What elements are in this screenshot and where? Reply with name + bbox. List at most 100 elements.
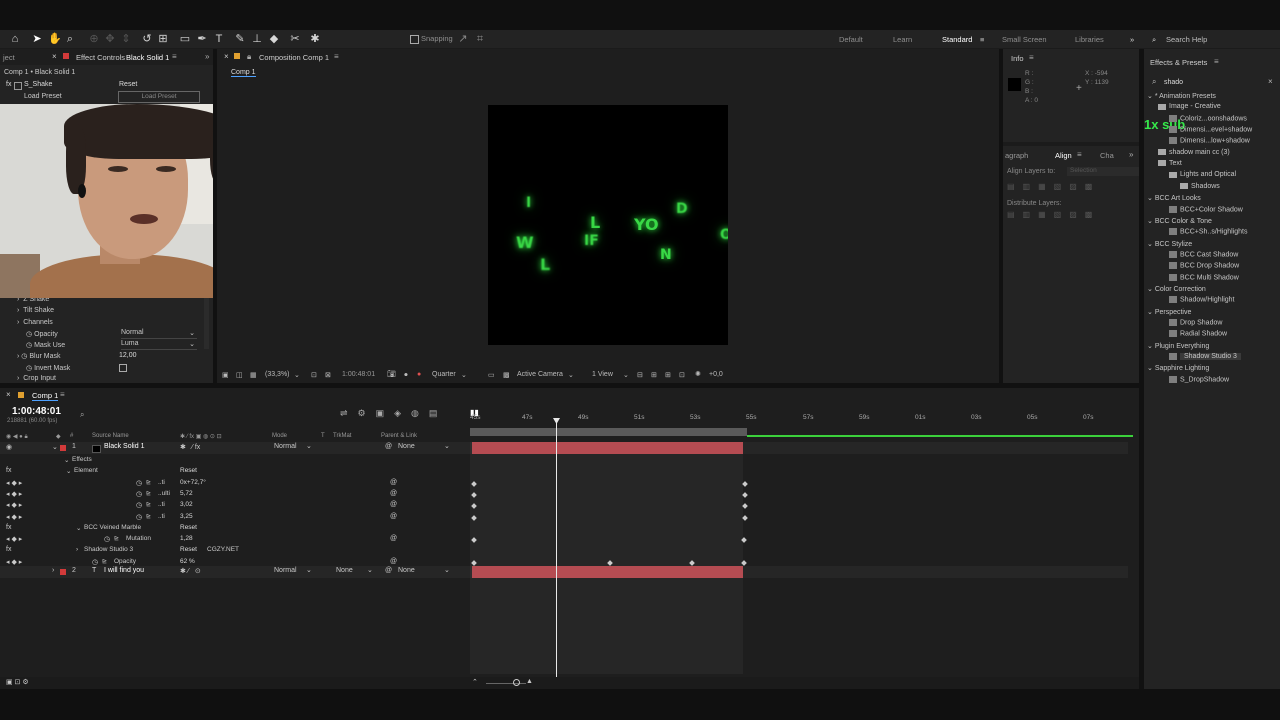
mask-use-dropdown[interactable]: Luma ⌄ bbox=[121, 340, 197, 350]
clone-stamp-tool-icon[interactable]: ⊥ bbox=[251, 33, 263, 45]
effects-tree-item[interactable]: BCC+Color Shadow bbox=[1169, 205, 1243, 213]
rectangle-tool-icon[interactable]: ▭ bbox=[179, 33, 191, 45]
dolly-tool-icon[interactable]: ⇕ bbox=[120, 33, 132, 45]
chevron-down-icon[interactable]: ⌄ bbox=[306, 442, 312, 450]
views-dropdown[interactable]: 1 View bbox=[592, 371, 613, 378]
stopwatch-icon[interactable]: ◷ bbox=[92, 558, 98, 566]
property-row[interactable]: ◂ ◆ ▸ ◷ ⊵ @ ..ti 3,25 bbox=[0, 513, 466, 524]
source-name-header[interactable]: Source Name bbox=[92, 433, 129, 439]
graph-icon[interactable]: ⊵ bbox=[146, 501, 151, 508]
effects-tree-item[interactable]: ⌄ Plugin Everything bbox=[1147, 342, 1209, 350]
clear-search-icon[interactable]: × bbox=[1268, 77, 1273, 86]
pickwhip-icon[interactable]: @ bbox=[385, 567, 392, 574]
region-icon[interactable]: ⊠ bbox=[325, 371, 331, 379]
property-value[interactable]: 1,28 bbox=[180, 535, 193, 542]
timeline-timecode[interactable]: 1:00:48:01 bbox=[12, 406, 61, 417]
fx-icon[interactable]: fx bbox=[6, 467, 11, 474]
pickwhip-icon[interactable]: @ bbox=[390, 513, 397, 520]
expand-icon[interactable]: › bbox=[52, 567, 54, 574]
always-preview-icon[interactable]: ▣ bbox=[222, 371, 229, 379]
graph-icon[interactable]: ⊵ bbox=[146, 479, 151, 486]
panel-divider[interactable] bbox=[0, 383, 1139, 388]
property-row[interactable]: ◂ ◆ ▸ ◷ ⊵ @ Mutation 1,28 bbox=[0, 535, 466, 546]
timeline-icon[interactable]: ⊞ bbox=[665, 371, 671, 379]
keyframe-navigator-icon[interactable]: ◂ ◆ ▸ bbox=[6, 490, 22, 498]
pan-tool-icon[interactable]: ✥ bbox=[104, 33, 116, 45]
effects-tree-item[interactable]: S_DropShadow bbox=[1169, 375, 1229, 383]
close-icon[interactable]: × bbox=[224, 52, 229, 61]
composition-canvas[interactable]: I L D W IF YO L N O bbox=[488, 105, 728, 345]
keyframe-navigator-icon[interactable]: ◂ ◆ ▸ bbox=[6, 513, 22, 521]
panel-overflow-icon[interactable]: » bbox=[205, 52, 209, 61]
brush-tool-icon[interactable]: ✎ bbox=[234, 33, 246, 45]
panel-menu-icon[interactable]: ≡ bbox=[1029, 53, 1034, 62]
orbit-tool-icon[interactable]: ⊕ bbox=[88, 33, 100, 45]
effects-tree-item[interactable]: Dimensi...evel+shadow bbox=[1169, 126, 1252, 133]
hand-tool-icon[interactable]: ✋ bbox=[48, 33, 62, 45]
graph-icon[interactable]: ⊵ bbox=[114, 535, 119, 542]
panel-divider[interactable] bbox=[1139, 49, 1144, 689]
pickwhip-icon[interactable]: @ bbox=[390, 535, 397, 542]
zoom-slider[interactable] bbox=[486, 683, 526, 684]
effects-tree-item[interactable]: ⌄ BCC Color & Tone bbox=[1147, 217, 1212, 225]
effects-tree-item[interactable]: ⌄ BCC Art Looks bbox=[1147, 194, 1201, 202]
effects-tree-item[interactable]: Drop Shadow bbox=[1169, 319, 1222, 326]
anchor-tool-icon[interactable]: ⊞ bbox=[157, 33, 169, 45]
effects-tree-item[interactable]: BCC Multi Shadow bbox=[1169, 273, 1239, 281]
trkmat-dropdown[interactable]: None bbox=[336, 567, 353, 574]
property-value[interactable]: Reset bbox=[180, 524, 197, 531]
keyframe[interactable] bbox=[742, 492, 748, 498]
layer-switches[interactable]: ✱ ⁄ fx bbox=[180, 443, 200, 451]
panel-menu-icon[interactable]: ≡ bbox=[334, 52, 339, 61]
prop-channels[interactable]: › Channels bbox=[17, 319, 53, 326]
pickwhip-icon[interactable]: @ bbox=[390, 558, 397, 565]
stopwatch-icon[interactable]: ◷ bbox=[136, 479, 142, 487]
puppet-tool-icon[interactable]: ✱ bbox=[309, 33, 321, 45]
effects-search-input[interactable]: shado bbox=[1164, 79, 1183, 86]
expand-icon[interactable]: › bbox=[76, 546, 78, 553]
roto-brush-tool-icon[interactable]: ✂ bbox=[289, 33, 301, 45]
effects-tree-item[interactable]: ⌄ BCC Stylize bbox=[1147, 240, 1192, 248]
effect-name[interactable]: S_Shake bbox=[24, 81, 52, 88]
effect-reset-button[interactable]: Reset bbox=[119, 81, 137, 88]
invert-mask-checkbox[interactable] bbox=[119, 364, 127, 372]
roi-icon[interactable]: ▭ bbox=[488, 371, 495, 379]
playhead[interactable] bbox=[556, 418, 557, 678]
snap-edges-icon[interactable]: ↗ bbox=[457, 33, 469, 45]
paragraph-tab[interactable]: agraph bbox=[1005, 151, 1028, 160]
zoom-tool-icon[interactable]: ⌕ bbox=[64, 33, 76, 45]
chevron-down-icon[interactable]: ⌄ bbox=[444, 442, 450, 450]
stopwatch-icon[interactable]: ◷ bbox=[104, 535, 110, 543]
stopwatch-icon[interactable]: ◷ bbox=[136, 513, 142, 521]
fast-preview-icon[interactable]: ⊞ bbox=[651, 371, 657, 379]
chevron-down-icon[interactable]: ⌄ bbox=[306, 566, 312, 574]
align-buttons[interactable]: ▤▥▦▧▨▩ bbox=[1007, 182, 1100, 191]
effects-presets-tab[interactable]: Effects & Presets bbox=[1150, 58, 1207, 67]
effects-tree-item[interactable]: Shadows bbox=[1180, 183, 1220, 190]
property-value[interactable]: 3,25 bbox=[180, 513, 193, 520]
snapshot-icon[interactable]: 📷︎ bbox=[387, 370, 396, 378]
panel-menu-icon[interactable]: ≡ bbox=[1214, 57, 1219, 66]
effects-tree-item[interactable]: ⌄ Color Correction bbox=[1147, 285, 1206, 293]
layer-switches[interactable]: ✱ ⁄ ⊙ bbox=[180, 567, 201, 575]
load-preset-button[interactable]: Load Preset bbox=[118, 91, 200, 103]
search-help-field[interactable]: Search Help bbox=[1166, 35, 1207, 44]
preview-icon[interactable]: ▦ bbox=[250, 371, 257, 379]
panel-menu-icon[interactable]: ≡ bbox=[172, 52, 177, 61]
workspace-learn[interactable]: Learn bbox=[893, 35, 912, 44]
project-tab[interactable]: ject bbox=[3, 53, 15, 62]
zoom-slider-handle[interactable] bbox=[513, 679, 520, 686]
effects-tree-item[interactable]: BCC Cast Shadow bbox=[1169, 250, 1238, 258]
stopwatch-icon[interactable]: ◷ bbox=[136, 501, 142, 509]
keyframe[interactable] bbox=[742, 480, 748, 487]
property-row[interactable]: ◂ ◆ ▸ ◷ ⊵ @ ..ulti 5,72 bbox=[0, 490, 466, 501]
home-icon[interactable]: ⌂ bbox=[9, 33, 21, 45]
effects-tree-item[interactable]: ⌄ Perspective bbox=[1147, 308, 1191, 316]
layer-name[interactable]: I will find you bbox=[104, 567, 144, 574]
effects-tree-item[interactable]: Dimensi...low+shadow bbox=[1169, 137, 1250, 145]
selection-tool-icon[interactable]: ➤ bbox=[31, 33, 43, 45]
workspace-menu-icon[interactable]: ≡ bbox=[980, 35, 984, 44]
parent-dropdown[interactable]: None bbox=[398, 443, 415, 450]
keyframe-navigator-icon[interactable]: ◂ ◆ ▸ bbox=[6, 479, 22, 487]
zoom-in-icon[interactable]: ▲ bbox=[526, 678, 533, 685]
